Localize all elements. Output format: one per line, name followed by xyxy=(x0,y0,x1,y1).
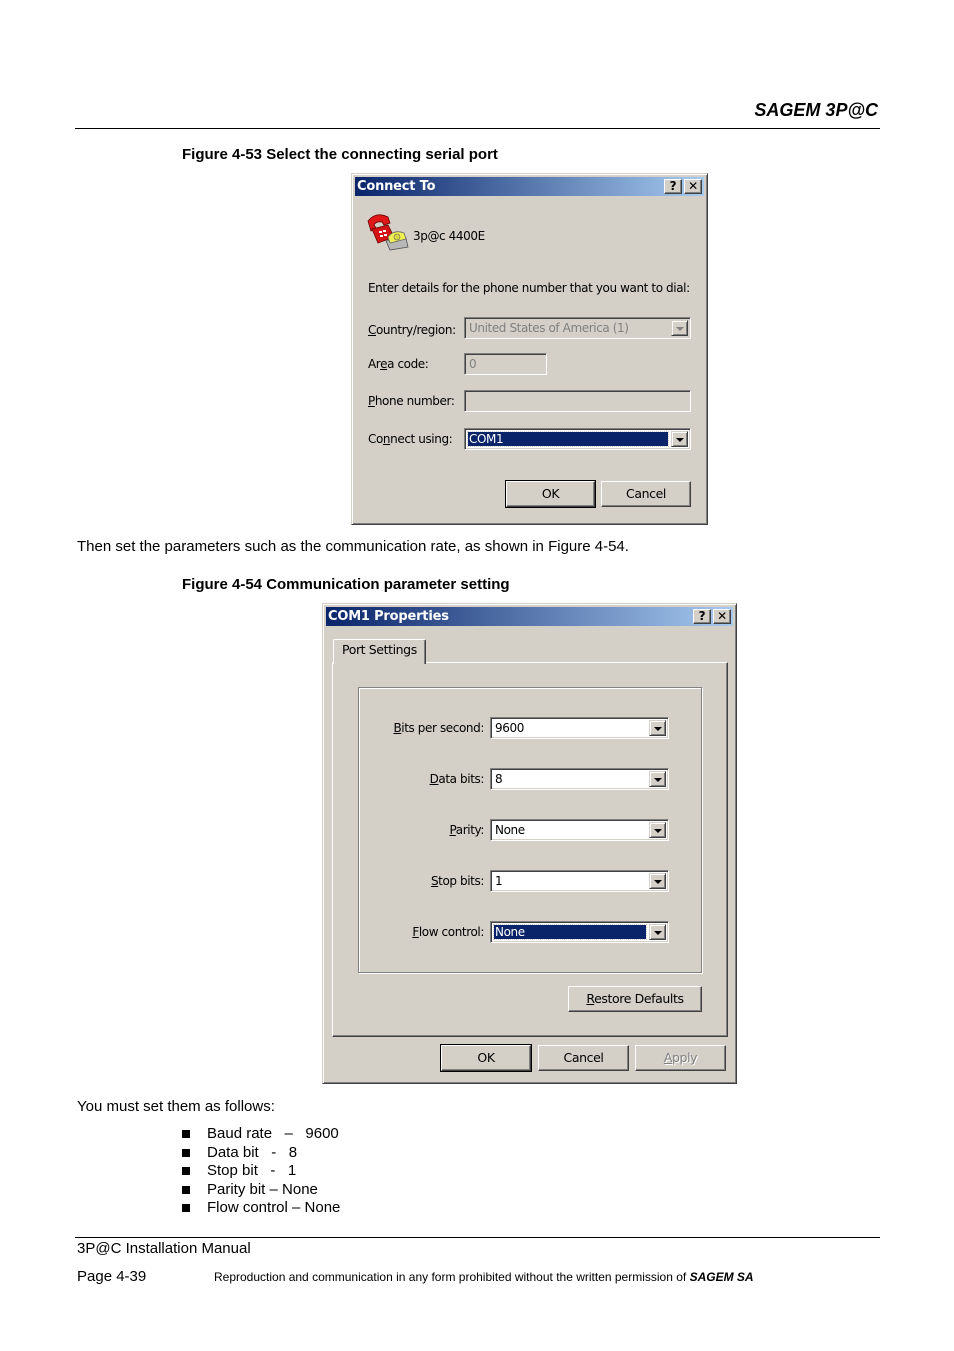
com1-titlebar: COM1 Properties ? ✕ xyxy=(326,607,733,626)
country-region-label: Country/region: xyxy=(368,323,456,337)
restore-defaults-button[interactable]: Restore Defaults xyxy=(568,986,702,1012)
phone-number-input[interactable] xyxy=(464,390,691,412)
instruction-paragraph: Then set the parameters such as the comm… xyxy=(77,538,629,555)
data-bits-label: Data bits: xyxy=(429,772,485,786)
ok-button[interactable]: OK xyxy=(440,1044,532,1072)
footer-page-number: Page 4-39 xyxy=(77,1268,147,1285)
chevron-down-icon[interactable] xyxy=(649,771,666,787)
chevron-down-icon[interactable] xyxy=(649,924,666,940)
apply-button[interactable]: Apply xyxy=(635,1045,726,1071)
list-item: Data bit - 8 xyxy=(182,1144,340,1163)
bullet-square-icon xyxy=(182,1185,190,1194)
connect-to-dialog: Connect To ? ✕ 3p@c 4400E Enter details … xyxy=(351,173,708,525)
com1-properties-dialog: COM1 Properties ? ✕ Port Settings Bits p… xyxy=(322,603,737,1084)
footer-copyright-notice: Reproduction and communication in any fo… xyxy=(214,1270,754,1284)
dialog-title: COM1 Properties xyxy=(328,609,449,624)
close-button[interactable]: ✕ xyxy=(684,179,702,194)
list-item: Parity bit – None xyxy=(182,1181,340,1200)
connect-using-label: Connect using: xyxy=(368,432,453,446)
bits-per-second-label: Bits per second: xyxy=(393,721,484,735)
chevron-down-icon[interactable] xyxy=(649,873,666,889)
area-code-input[interactable]: 0 xyxy=(464,353,547,375)
country-region-select[interactable]: United States of America (1) xyxy=(464,317,691,339)
chevron-down-icon[interactable] xyxy=(649,720,666,736)
close-button[interactable]: ✕ xyxy=(713,609,731,624)
data-bits-select[interactable]: 8 xyxy=(490,768,669,790)
tab-port-settings[interactable]: Port Settings xyxy=(333,639,426,664)
figure-caption-4-53: Figure 4-53 Select the connecting serial… xyxy=(182,146,498,163)
bullet-square-icon xyxy=(182,1130,190,1139)
list-item: Stop bit - 1 xyxy=(182,1162,340,1181)
connect-to-titlebar: Connect To ? ✕ xyxy=(355,177,704,196)
flow-control-select[interactable]: None xyxy=(490,921,669,943)
list-item: Baud rate – 9600 xyxy=(182,1125,340,1144)
figure-caption-4-54: Figure 4-54 Communication parameter sett… xyxy=(182,576,510,593)
flow-control-label: Flow control: xyxy=(412,925,484,939)
document-header-title: SAGEM 3P@C xyxy=(754,100,878,120)
phone-number-label: Phone number: xyxy=(368,394,455,408)
help-button[interactable]: ? xyxy=(693,609,711,624)
instruction-text: Enter details for the phone number that … xyxy=(368,281,690,295)
stop-bits-label: Stop bits: xyxy=(430,874,484,888)
settings-intro-paragraph: You must set them as follows: xyxy=(77,1098,275,1115)
parity-label: Parity: xyxy=(449,823,484,837)
stop-bits-select[interactable]: 1 xyxy=(490,870,669,892)
ok-button[interactable]: OK xyxy=(505,480,596,508)
footer-manual-title: 3P@C Installation Manual xyxy=(77,1240,251,1257)
settings-list: Baud rate – 9600 Data bit - 8 Stop bit -… xyxy=(182,1125,340,1218)
parity-select[interactable]: None xyxy=(490,819,669,841)
connect-using-select[interactable]: COM1 xyxy=(464,428,691,450)
telephone-icon xyxy=(366,211,410,251)
bullet-square-icon xyxy=(182,1204,190,1213)
chevron-down-icon[interactable] xyxy=(671,320,688,336)
dialog-title: Connect To xyxy=(357,179,436,194)
chevron-down-icon[interactable] xyxy=(649,822,666,838)
help-button[interactable]: ? xyxy=(664,179,682,194)
chevron-down-icon[interactable] xyxy=(671,431,688,447)
connection-name: 3p@c 4400E xyxy=(413,229,485,243)
bullet-square-icon xyxy=(182,1167,190,1176)
cancel-button[interactable]: Cancel xyxy=(601,481,691,507)
cancel-button[interactable]: Cancel xyxy=(538,1045,629,1071)
header-rule xyxy=(75,128,880,129)
list-item: Flow control – None xyxy=(182,1199,340,1218)
footer-rule xyxy=(75,1237,880,1238)
area-code-label: Area code: xyxy=(368,357,429,371)
bullet-square-icon xyxy=(182,1148,190,1157)
bits-per-second-select[interactable]: 9600 xyxy=(490,717,669,739)
